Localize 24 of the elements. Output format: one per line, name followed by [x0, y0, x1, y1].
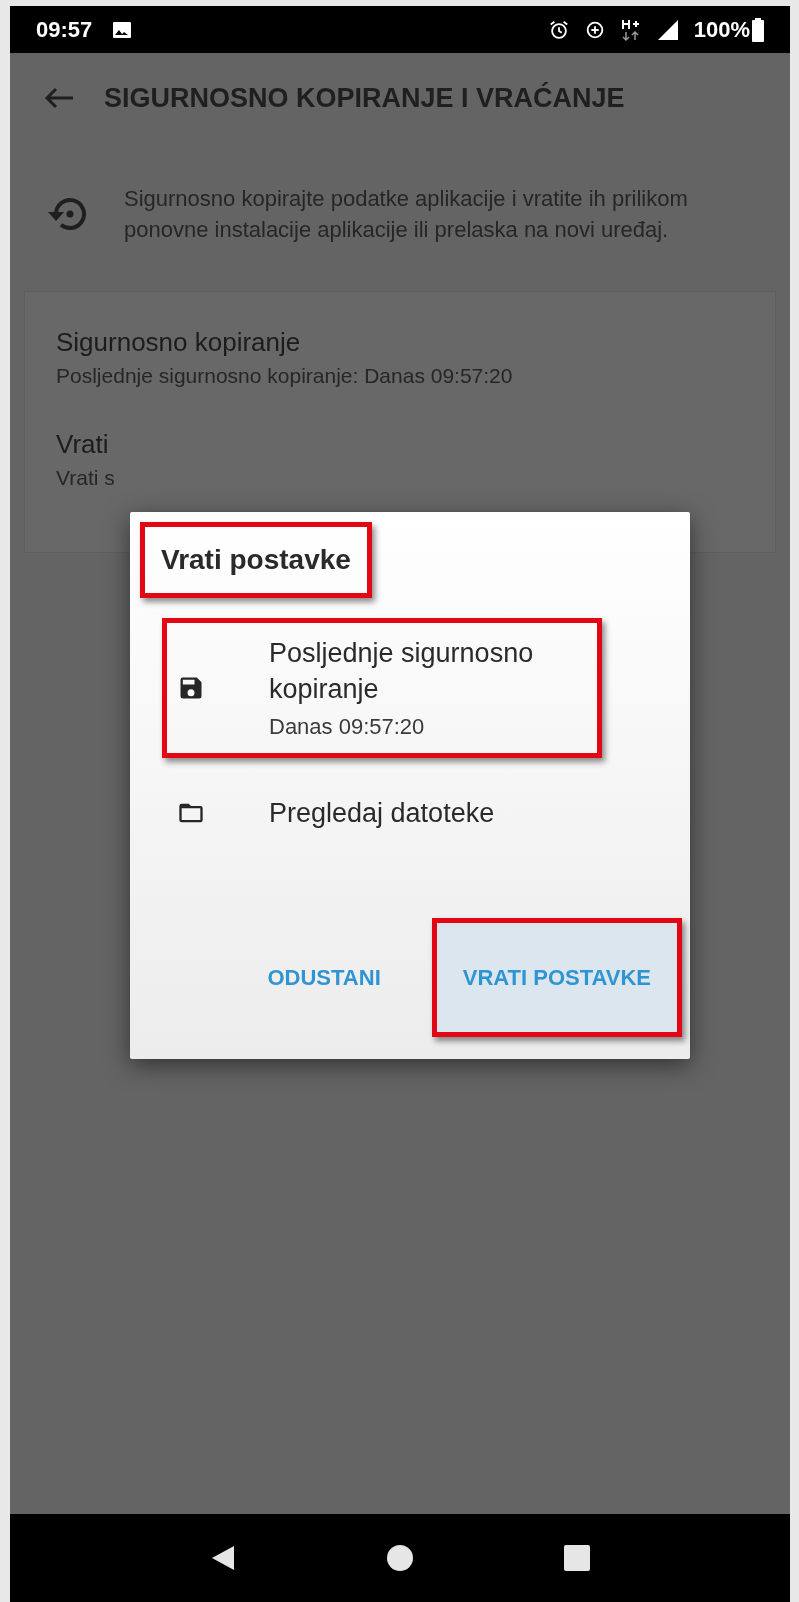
back-arrow-icon[interactable]	[44, 86, 74, 110]
settings-item[interactable]: Sigurnosno kopiranje Posljednje sigurnosno kopiranje: Danas 09:57:20	[25, 324, 775, 406]
dialog-title: Vrati postavke	[140, 522, 372, 598]
description-text: Sigurnosno kopirajte podatke aplikacije i vratite ih prilikom ponovne instalacije aplikacije ili prelaska na novi uređaj.	[124, 185, 689, 244]
setting-subtitle: Vrati s	[56, 465, 116, 491]
battery-icon	[752, 17, 764, 42]
dialog-option[interactable]: Posljednje sigurnosno kopiranje Danas 09:57:20	[162, 618, 602, 758]
setting-title: Vrati	[56, 428, 110, 461]
option-detail: Danas 09:57:20	[269, 713, 426, 741]
network-icon	[619, 17, 642, 42]
image-icon	[112, 20, 133, 39]
dialog-button[interactable]: VRATI POSTAVKE	[431, 918, 682, 1037]
setting-subtitle: Posljednje sigurnosno kopiranje: Danas 09:57:20	[56, 363, 514, 389]
setting-title: Sigurnosno kopiranje	[56, 326, 302, 359]
battery-percentage: 100%	[693, 16, 750, 44]
option-label: Pregledaj datoteke	[269, 797, 495, 830]
status-time: 09:57	[36, 16, 93, 44]
dialog-option[interactable]: Pregledaj datoteke	[162, 778, 602, 848]
screen-title: SIGURNOSNO KOPIRANJE I VRAĆANJE	[104, 81, 625, 115]
back-icon[interactable]	[210, 1544, 236, 1572]
home-icon[interactable]	[386, 1544, 414, 1572]
dialog-button[interactable]: ODUSTANI	[236, 918, 412, 1037]
option-label: Posljednje sigurnosno kopiranje	[269, 637, 535, 706]
settings-item[interactable]: Vrati Vrati s	[25, 426, 775, 508]
